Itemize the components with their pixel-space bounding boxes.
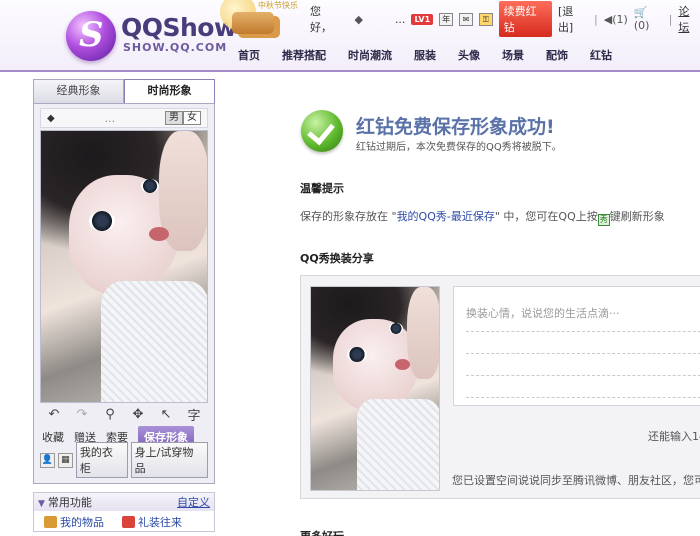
tab-classic-look[interactable]: 经典形象 xyxy=(33,79,124,103)
model-tools: ↶ ↷ ⚲ ✥ ↖ 字 xyxy=(40,403,208,425)
lock-icon[interactable]: ⚿ xyxy=(478,12,493,26)
person-icon[interactable]: 👤 xyxy=(40,452,55,468)
eye xyxy=(389,323,403,334)
wardrobe-row: 👤 ▦ 我的衣柜 身上/试穿物品 xyxy=(40,442,209,478)
logout-link[interactable]: [退出] xyxy=(558,3,588,35)
mood-placeholder: 换装心情，说说您的生活点滴··· xyxy=(466,307,620,320)
separator: | xyxy=(594,12,598,26)
more-fun-title: 更多好玩 xyxy=(300,528,344,536)
festival-decoration: 中秋节快乐 xyxy=(218,0,298,38)
user-topbar: 您好， ◆ ... LV1 年 ✉ ⚿ 续费红钻 [退出] | ◀(1) 🛒(0… xyxy=(310,1,700,37)
redo-icon[interactable]: ↷ xyxy=(73,407,91,422)
nav-item-accessories[interactable]: 配饰 xyxy=(546,47,568,63)
nav-item-home[interactable]: 首页 xyxy=(238,47,260,63)
festival-text: 中秋节快乐 xyxy=(258,1,298,10)
separator: | xyxy=(668,12,673,26)
common-functions-header: ▼ 常用功能 自定义 xyxy=(34,493,214,511)
worn-items-button[interactable]: 身上/试穿物品 xyxy=(130,442,209,478)
mail-icon[interactable]: ✉ xyxy=(459,12,473,26)
hand xyxy=(407,287,439,379)
sync-info: 您已设置空间说说同步至腾讯微博、朋友社区，您可 xyxy=(452,474,700,487)
nav-item-fashion[interactable]: 时尚潮流 xyxy=(348,47,392,63)
eye xyxy=(89,211,115,231)
eye xyxy=(141,179,159,193)
bag-icon xyxy=(44,516,57,528)
gifts-link[interactable]: 礼装往来 xyxy=(122,514,182,530)
favorite-button[interactable]: 收藏 xyxy=(42,429,64,445)
gift-icon xyxy=(122,516,135,528)
show-key-icon: 秀 xyxy=(597,214,610,226)
renew-red-diamond-button[interactable]: 续费红钻 xyxy=(498,1,552,37)
year-icon[interactable]: 年 xyxy=(439,12,454,26)
tip-title: 温馨提示 xyxy=(300,182,344,195)
cart-counter[interactable]: 🛒(0) xyxy=(634,6,663,32)
nav-item-clothing[interactable]: 服装 xyxy=(414,47,436,63)
collapse-icon[interactable]: ▼ xyxy=(38,499,45,509)
style-tabs: 经典形象 时尚形象 xyxy=(33,79,215,103)
nav-item-recommended[interactable]: 推荐搭配 xyxy=(282,47,326,63)
logo-subtitle: SHOW.QQ.COM xyxy=(123,41,228,54)
left-panel: 经典形象 时尚形象 ◆ ... 男 女 ↶ ↷ ⚲ ✥ ↖ 字 收藏 赠送 索要… xyxy=(33,79,215,536)
share-photo xyxy=(310,286,440,491)
lips xyxy=(149,227,169,241)
nav-item-avatar[interactable]: 头像 xyxy=(458,47,480,63)
zoom-icon[interactable]: ⚲ xyxy=(101,407,119,422)
share-box: 换装心情，说说您的生活点滴··· 还能输入14 您已设置空间说说同步至腾讯微博、… xyxy=(300,275,700,499)
my-items-link[interactable]: 我的物品 xyxy=(44,514,104,530)
share-title: QQ秀换装分享 xyxy=(300,252,374,265)
model-photo[interactable] xyxy=(40,130,208,403)
check-icon xyxy=(301,110,343,152)
tip-text: 保存的形象存放在 "我的QQ秀-最近保存" 中，您可在QQ上按秀键刷新形象 xyxy=(300,210,665,226)
qqshow-logo-icon[interactable]: S xyxy=(66,11,116,61)
cart-count: (0) xyxy=(633,19,650,32)
forum-link[interactable]: 论坛 xyxy=(678,3,700,35)
char-remaining: 还能输入14 xyxy=(648,430,700,443)
common-functions: ▼ 常用功能 自定义 我的物品 礼装往来 xyxy=(33,492,215,532)
vip-level-badge[interactable]: LV1 xyxy=(411,13,434,25)
eye xyxy=(347,347,367,362)
text-icon[interactable]: 字 xyxy=(185,405,203,424)
customize-link[interactable]: 自定义 xyxy=(177,494,210,510)
header: S QQShow SHOW.QQ.COM 中秋节快乐 您好， ◆ ... LV1… xyxy=(0,0,700,72)
lips xyxy=(395,359,410,370)
messages-counter[interactable]: ◀(1) xyxy=(604,13,628,26)
mooncake-icon xyxy=(232,12,274,34)
success-title: 红钻免费保存形象成功! xyxy=(356,116,555,138)
nav-item-scene[interactable]: 场景 xyxy=(502,47,524,63)
shirt xyxy=(357,399,439,490)
diamond-icon: ◆ xyxy=(47,112,55,124)
undo-icon[interactable]: ↶ xyxy=(45,407,63,422)
pointer-icon[interactable]: ↖ xyxy=(157,407,175,422)
mood-textarea[interactable]: 换装心情，说说您的生活点滴··· xyxy=(453,286,700,406)
gender-male-toggle[interactable]: 男 xyxy=(165,111,183,125)
main-nav: 首页 推荐搭配 时尚潮流 服装 头像 场景 配饰 红钻 xyxy=(238,45,634,65)
toolbar-ellipsis: ... xyxy=(104,111,116,125)
gender-female-toggle[interactable]: 女 xyxy=(183,111,201,125)
nav-item-red-diamond[interactable]: 红钻 xyxy=(590,47,612,63)
common-functions-title: 常用功能 xyxy=(47,496,92,509)
shirt xyxy=(101,281,207,402)
tab-fashion-look[interactable]: 时尚形象 xyxy=(124,79,215,103)
scene-icon[interactable]: ▦ xyxy=(57,452,73,468)
greeting: 您好， xyxy=(310,5,332,34)
model-preview-box: ◆ ... 男 女 ↶ ↷ ⚲ ✥ ↖ 字 收藏 赠送 索要 保存形象 👤 ▦ … xyxy=(33,103,215,484)
recent-saves-link[interactable]: 我的QQ秀-最近保存 xyxy=(397,210,495,223)
main-content: 红钻免费保存形象成功! 红钻过期后，本次免费保存的QQ秀将被脱下。 温馨提示 保… xyxy=(230,80,700,536)
model-toolbar: ◆ ... 男 女 xyxy=(40,108,208,128)
my-wardrobe-button[interactable]: 我的衣柜 xyxy=(75,442,128,478)
username-ellipsis[interactable]: ... xyxy=(395,13,406,26)
diamond-icon: ◆ xyxy=(354,12,363,26)
common-functions-list: 我的物品 礼装往来 xyxy=(34,511,214,533)
move-icon[interactable]: ✥ xyxy=(129,407,147,422)
success-subtitle: 红钻过期后，本次免费保存的QQ秀将被脱下。 xyxy=(356,142,562,153)
